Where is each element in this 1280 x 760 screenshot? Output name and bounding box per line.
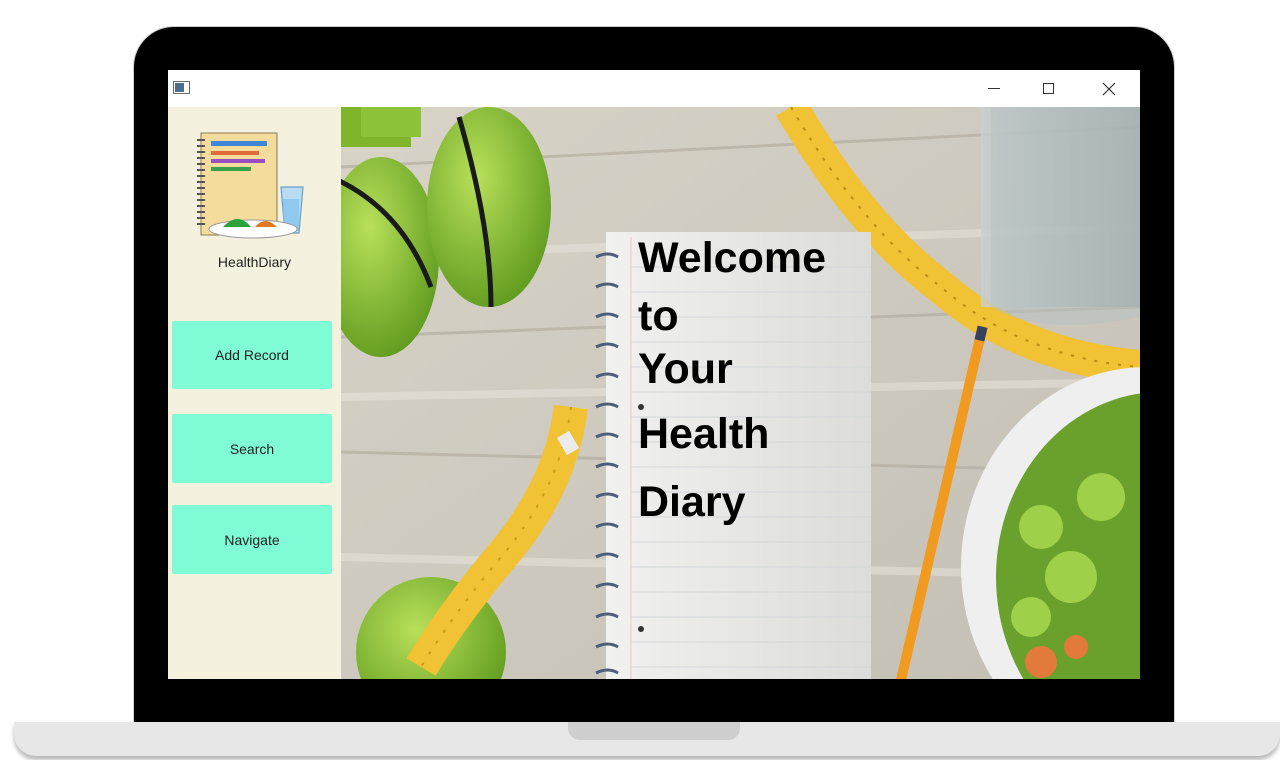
laptop-notch	[568, 722, 740, 740]
diary-notebook-icon	[197, 132, 304, 239]
welcome-line-2: to	[638, 292, 679, 340]
maximize-icon	[1042, 83, 1054, 94]
sidebar: HealthDiary Add Record Search Navigate	[168, 107, 341, 679]
hero-image: Welcome to Your Health Diary	[341, 107, 1140, 679]
app-window-icon	[173, 81, 190, 94]
navigate-button[interactable]: Navigate	[172, 505, 332, 574]
search-button[interactable]: Search	[172, 414, 332, 483]
welcome-line-5: Diary	[638, 478, 746, 526]
close-button[interactable]	[1086, 70, 1132, 107]
close-icon	[1102, 82, 1116, 95]
health-background-illustration	[341, 107, 1140, 679]
app-name-label: HealthDiary	[217, 254, 292, 270]
minimize-button[interactable]	[971, 70, 1017, 107]
welcome-line-3: Your	[638, 345, 733, 393]
maximize-button[interactable]	[1025, 70, 1071, 107]
add-record-button[interactable]: Add Record	[172, 321, 332, 389]
minimize-icon	[988, 88, 1000, 89]
app-window: HealthDiary Add Record Search Navigate W…	[168, 70, 1140, 679]
welcome-line-1: Welcome	[638, 234, 826, 282]
welcome-line-4: Health	[638, 410, 770, 458]
title-bar	[168, 70, 1140, 107]
